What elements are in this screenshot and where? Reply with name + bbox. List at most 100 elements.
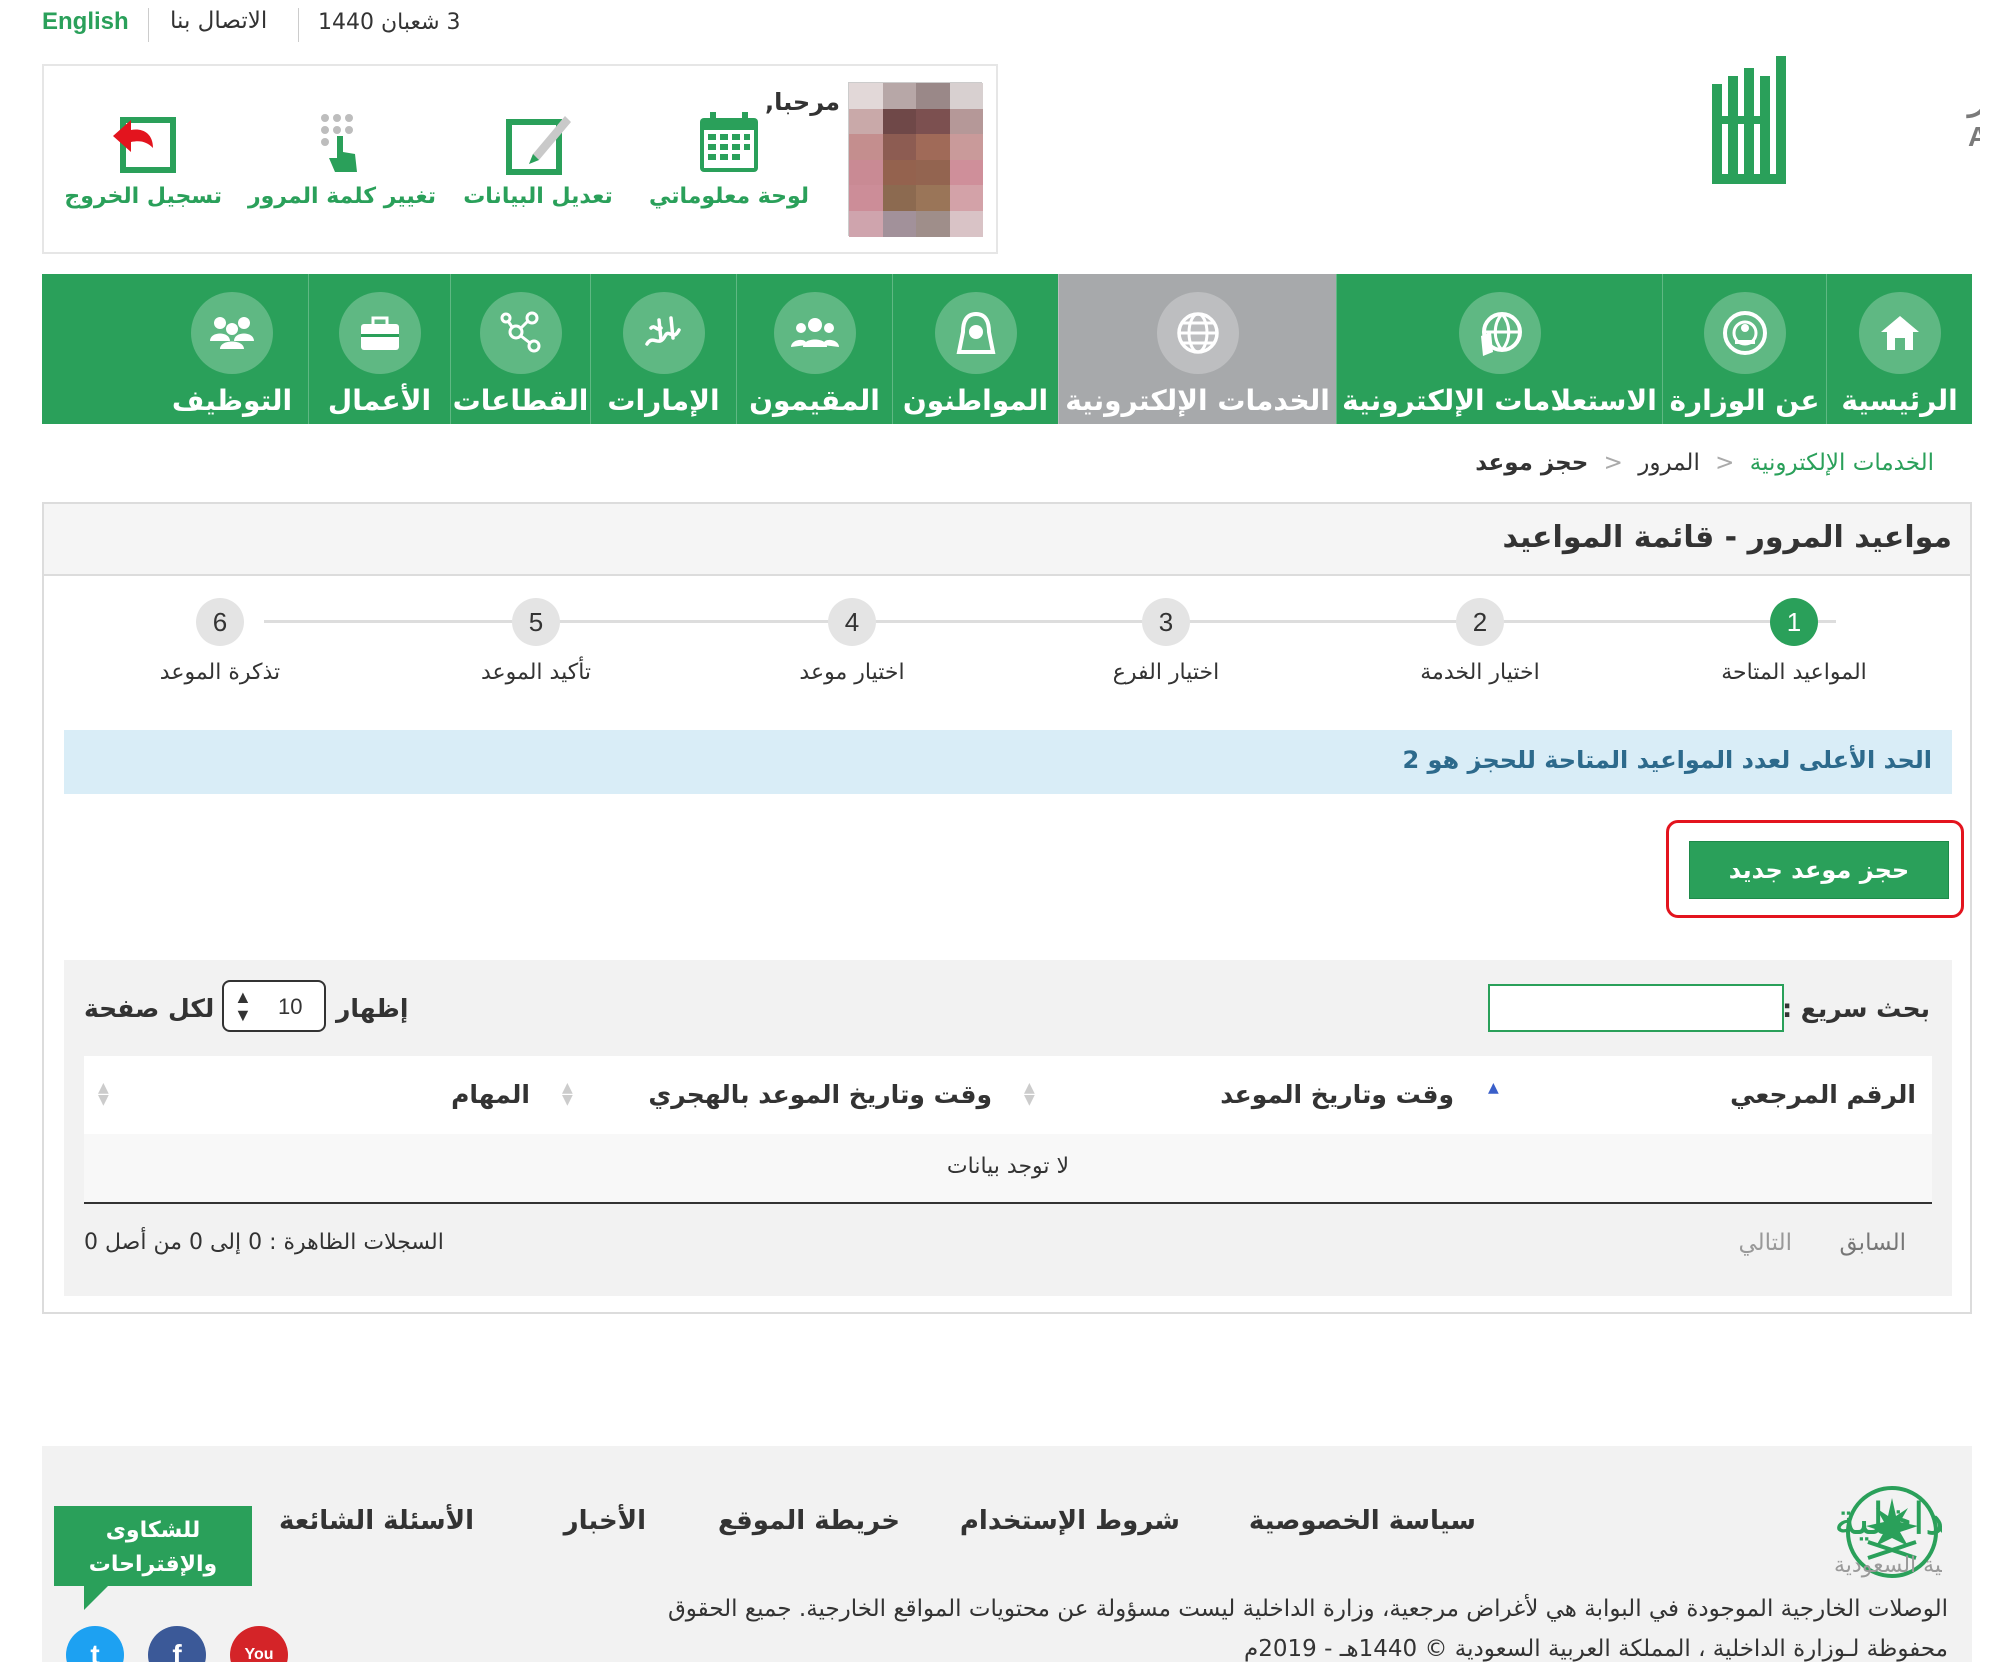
breadcrumb-e-services[interactable]: الخدمات الإلكترونية	[1750, 450, 1934, 476]
page-title: مواعيد المرور - قائمة المواعيد	[1502, 520, 1952, 555]
hijri-date: 3 شعبان 1440	[318, 10, 461, 35]
nav-item-e-services[interactable]: الخدمات الإلكترونية	[1058, 274, 1336, 424]
column-reference-number[interactable]: الرقم المرجعي	[1730, 1080, 1916, 1109]
globe-icon	[1156, 292, 1239, 374]
highlight-box: حجز موعد جديد	[1666, 820, 1964, 918]
ministry-emblem-icon	[1703, 292, 1786, 374]
main-navigation: الرئيسية عن الوزارة الاستعلامات الإلكترو…	[42, 274, 1972, 424]
contact-us-link[interactable]: الاتصال بنا	[170, 8, 267, 34]
nav-item-e-inquiries[interactable]: الاستعلامات الإلكترونية	[1336, 274, 1662, 424]
pagination-next[interactable]: التالي	[1738, 1230, 1792, 1256]
nav-item-residents[interactable]: المقيمون	[736, 274, 892, 424]
dashboard-label: لوحة معلوماتي	[648, 184, 810, 209]
footer-link-sitemap[interactable]: خريطة الموقع	[718, 1506, 900, 1536]
facebook-icon[interactable]: f	[148, 1626, 206, 1662]
people-group-icon	[773, 292, 856, 374]
nav-label: المواطنون	[902, 384, 1049, 417]
step-number: 6	[196, 598, 244, 646]
nav-item-employment[interactable]: التوظيف	[156, 274, 308, 424]
breadcrumb: الخدمات الإلكترونية < المرور < حجز موعد	[1475, 450, 1934, 476]
logout-link[interactable]: تسجيل الخروج	[64, 108, 222, 209]
breadcrumb-traffic[interactable]: المرور	[1638, 450, 1700, 476]
quick-search-label: بحث سريع :	[1782, 994, 1930, 1023]
team-icon	[191, 292, 273, 374]
chevron-left-icon: <	[1603, 450, 1623, 476]
step-2: 2 اختيار الخدمة	[1380, 598, 1580, 685]
footer: وزارة الداخلية المملكة العربية السعودية …	[42, 1446, 1972, 1662]
appointments-panel: مواعيد المرور - قائمة المواعيد 1 المواعي…	[42, 502, 1972, 1314]
youtube-icon[interactable]: You	[230, 1626, 288, 1662]
edit-data-link[interactable]: تعديل البيانات	[458, 108, 618, 209]
logout-label: تسجيل الخروج	[64, 184, 222, 209]
step-number: 5	[512, 598, 560, 646]
sort-icon[interactable]: ▲ ▼	[562, 1081, 573, 1107]
nav-label: القطاعات	[452, 384, 589, 417]
book-new-appointment-button[interactable]: حجز موعد جديد	[1689, 841, 1949, 899]
quick-search-input[interactable]	[1488, 984, 1784, 1032]
complaints-line2: والإقتراحات	[88, 1552, 218, 1577]
copyright-text: محفوظة لـوزارة الداخلية ، المملكة العربي…	[1244, 1636, 1948, 1662]
nav-label: المقيمون	[749, 384, 880, 417]
nav-item-about-ministry[interactable]: عن الوزارة	[1662, 274, 1826, 424]
edit-pencil-icon	[506, 116, 571, 175]
nav-item-sectors[interactable]: القطاعات	[450, 274, 590, 424]
absher-logo: أبشر ABSHER	[1712, 56, 1980, 184]
column-appointment-datetime[interactable]: وقت وتاريخ الموعد	[1220, 1080, 1454, 1109]
nav-item-citizens[interactable]: المواطنون	[892, 274, 1058, 424]
step-6: 6 تذكرة الموعد	[120, 598, 320, 685]
show-label: إظهار	[336, 994, 409, 1023]
notice-text: الحد الأعلى لعدد المواعيد المتاحة للحجز …	[1402, 746, 1932, 774]
briefcase-icon	[338, 292, 421, 374]
nav-label: الخدمات الإلكترونية	[1065, 384, 1330, 417]
nav-item-business[interactable]: الأعمال	[308, 274, 450, 424]
column-appointment-hijri[interactable]: وقت وتاريخ الموعد بالهجري	[648, 1080, 992, 1109]
twitter-icon[interactable]: t	[66, 1626, 124, 1662]
pagination-previous[interactable]: السابق	[1839, 1230, 1906, 1256]
nav-label: الاستعلامات الإلكترونية	[1342, 384, 1657, 417]
globe-map-icon	[1458, 292, 1541, 374]
step-3: 3 اختيار الفرع	[1066, 598, 1266, 685]
nav-label: عن الوزارة	[1669, 384, 1820, 417]
step-number: 1	[1770, 598, 1818, 646]
svg-text:ABSHER: ABSHER	[1968, 121, 1980, 152]
svg-text:المملكة العربية السعودية: المملكة العربية السعودية	[1834, 1553, 1942, 1578]
step-number: 4	[828, 598, 876, 646]
user-panel: مرحبا, لوحة معلوماتي تعديل البيانات تغيي…	[42, 64, 998, 254]
nav-label: الإمارات	[607, 384, 720, 417]
step-5: 5 تأكيد الموعد	[436, 598, 636, 685]
step-label: المواعيد المتاحة	[1721, 660, 1867, 685]
footer-link-terms[interactable]: شروط الإستخدام	[960, 1506, 1180, 1536]
change-password-link[interactable]: تغيير كلمة المرور	[244, 108, 440, 209]
table-row: لا توجد بيانات	[84, 1134, 1932, 1204]
footer-link-faq[interactable]: الأسئلة الشائعة	[279, 1506, 474, 1536]
page-length-select[interactable]: ▲ ▼ 10	[222, 980, 326, 1032]
speech-tail	[84, 1586, 108, 1610]
english-language-link[interactable]: English	[42, 8, 129, 36]
footer-link-privacy[interactable]: سياسة الخصوصية	[1249, 1506, 1476, 1536]
complaints-suggestions-button[interactable]: للشكاوى والإقتراحات	[54, 1506, 252, 1610]
sort-icon[interactable]: ▲ ▼	[98, 1081, 109, 1107]
sort-asc-icon[interactable]: ▲	[1488, 1081, 1499, 1095]
edit-data-label: تعديل البيانات	[463, 184, 613, 209]
step-number: 3	[1142, 598, 1190, 646]
nav-item-emirates[interactable]: الإمارات	[590, 274, 736, 424]
citizen-icon	[934, 292, 1017, 374]
nav-label: التوظيف	[171, 384, 293, 417]
column-actions[interactable]: المهام	[451, 1080, 530, 1109]
sort-icon[interactable]: ▲ ▼	[1024, 1081, 1035, 1107]
emirates-calligraphy-icon	[622, 292, 705, 374]
nav-label: الأعمال	[327, 384, 432, 417]
step-1: 1 المواعيد المتاحة	[1694, 598, 1894, 685]
complaints-line1: للشكاوى	[105, 1518, 201, 1543]
nav-item-home[interactable]: الرئيسية	[1826, 274, 1972, 424]
footer-link-news[interactable]: الأخبار	[564, 1506, 646, 1536]
calendar-dashboard-icon	[700, 112, 758, 172]
divider	[148, 8, 149, 42]
disclaimer-text: الوصلات الخارجية الموجودة في البوابة هي …	[667, 1596, 1948, 1622]
dashboard-link[interactable]: لوحة معلوماتي	[640, 108, 818, 209]
step-number: 2	[1456, 598, 1504, 646]
empty-table-message: لا توجد بيانات	[946, 1154, 1070, 1179]
page-length-value: 10	[278, 994, 303, 1019]
select-arrows-icon: ▲ ▼	[234, 987, 252, 1025]
top-utility-bar: English الاتصال بنا 3 شعبان 1440	[0, 0, 1996, 52]
